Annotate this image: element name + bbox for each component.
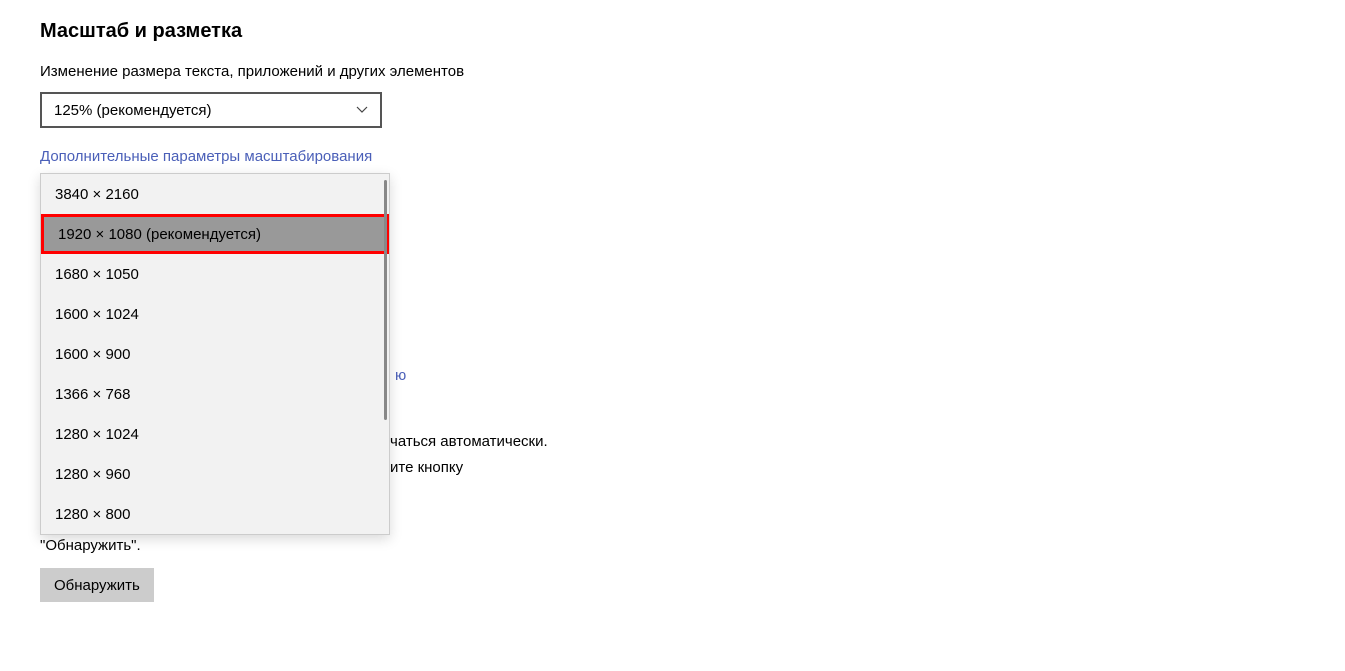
scale-label: Изменение размера текста, приложений и д… — [40, 63, 1305, 80]
resolution-option[interactable]: 1366 × 768 — [41, 374, 389, 414]
resolution-option[interactable]: 1600 × 1024 — [41, 294, 389, 334]
resolution-option[interactable]: 1680 × 1050 — [41, 254, 389, 294]
resolution-option[interactable]: 1280 × 960 — [41, 454, 389, 494]
scale-select[interactable]: 125% (рекомендуется) — [40, 92, 382, 128]
resolution-dropdown[interactable]: 3840 × 2160 1920 × 1080 (рекомендуется) … — [40, 173, 390, 535]
help-text-line1: чаться автоматически. — [390, 429, 650, 455]
resolution-option[interactable]: 1280 × 1024 — [41, 414, 389, 454]
scrollbar-thumb[interactable] — [384, 180, 387, 420]
resolution-option[interactable]: 1600 × 900 — [41, 334, 389, 374]
help-text-line2: ите кнопку — [390, 455, 650, 481]
resolution-option[interactable]: 1280 × 800 — [41, 494, 389, 534]
chevron-down-icon — [356, 104, 368, 116]
advanced-scaling-link[interactable]: Дополнительные параметры масштабирования — [40, 148, 1305, 165]
help-text-line3: "Обнаружить". — [40, 537, 1305, 554]
detect-button[interactable]: Обнаружить — [40, 568, 154, 602]
scale-selected-value: 125% (рекомендуется) — [54, 102, 211, 119]
obscured-link-fragment[interactable]: ю — [395, 367, 406, 384]
resolution-option-selected[interactable]: 1920 × 1080 (рекомендуется) — [41, 214, 389, 254]
resolution-option[interactable]: 3840 × 2160 — [41, 174, 389, 214]
section-title: Масштаб и разметка — [40, 20, 1305, 43]
